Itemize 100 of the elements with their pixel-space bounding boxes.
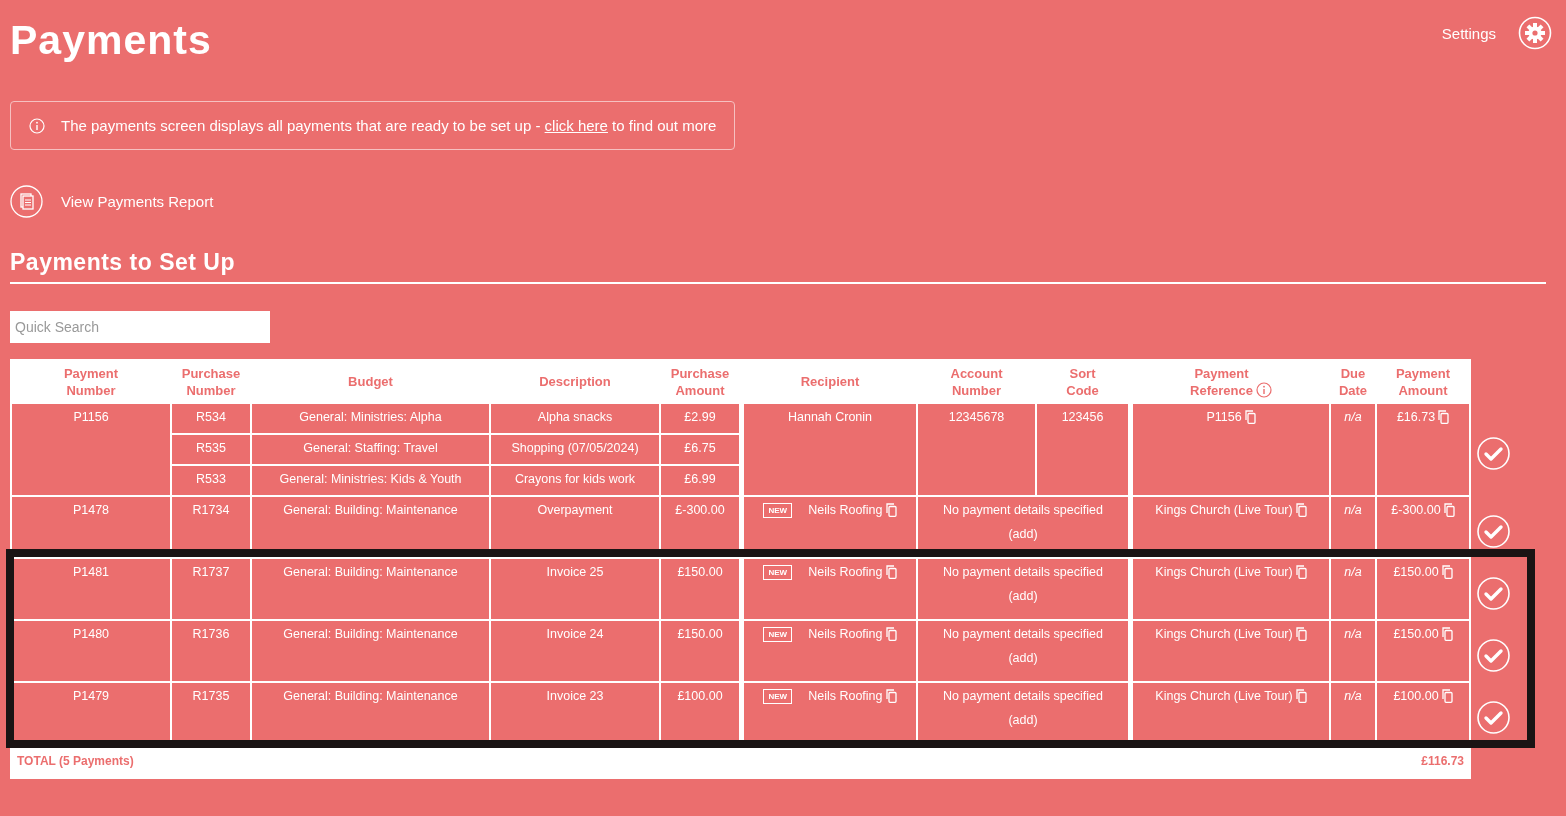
copy-icon[interactable] — [1441, 565, 1453, 579]
total-label: TOTAL (5 Payments) — [17, 753, 134, 769]
table-cell: 123456 — [1061, 410, 1104, 424]
table-cell: £6.75 — [684, 441, 716, 455]
table-cell: Kings Church (Live Tour) — [1155, 565, 1293, 579]
add-details-link[interactable]: (add) — [1008, 589, 1038, 604]
section-title: Payments to Set Up — [10, 249, 236, 276]
column-header: Due Date — [1338, 364, 1368, 399]
approve-check-icon[interactable] — [1477, 576, 1510, 610]
table-cell: R1737 — [192, 565, 230, 579]
add-details-link[interactable]: (add) — [1008, 713, 1038, 728]
copy-icon[interactable] — [1295, 565, 1307, 579]
approve-check-icon[interactable] — [1477, 514, 1510, 548]
info-icon[interactable] — [1255, 381, 1272, 399]
table-cell: Crayons for kids work — [514, 472, 636, 486]
table-cell: n/a — [1344, 689, 1362, 703]
table-cell: General: Building: Maintenance — [283, 565, 458, 579]
table-cell: General: Building: Maintenance — [283, 627, 458, 641]
table-cell: R1736 — [192, 627, 230, 641]
table-cell: n/a — [1344, 410, 1362, 424]
table-cell: Neils Roofing — [808, 689, 883, 703]
copy-icon[interactable] — [1438, 410, 1450, 424]
table-cell: Kings Church (Live Tour) — [1155, 503, 1293, 517]
table-cell: Kings Church (Live Tour) — [1155, 689, 1293, 703]
table-cell: £-300.00 — [675, 503, 725, 517]
table-cell: £2.99 — [684, 410, 716, 424]
copy-icon[interactable] — [885, 627, 897, 641]
table-cell: General: Ministries: Alpha — [299, 410, 442, 424]
table-cell: 12345678 — [948, 410, 1005, 424]
table-cell: General: Ministries: Kids & Youth — [279, 472, 462, 486]
column-header: Payment Amount — [1395, 364, 1451, 399]
table-cell: General: Building: Maintenance — [283, 503, 458, 517]
table-cell: No payment details specified — [943, 503, 1103, 517]
table-cell: £150.00 — [1393, 627, 1439, 641]
table-cell: Invoice 24 — [546, 627, 604, 641]
report-icon[interactable] — [10, 185, 43, 218]
copy-icon[interactable] — [1295, 627, 1307, 641]
column-header: Account Number — [950, 364, 1003, 399]
column-header: Payment Number — [63, 364, 119, 399]
copy-icon[interactable] — [1441, 689, 1453, 703]
table-cell: Neils Roofing — [808, 627, 883, 641]
table-cell: £100.00 — [677, 689, 723, 703]
table-cell: R535 — [196, 441, 226, 455]
table-cell: Overpayment — [537, 503, 613, 517]
table-cell: Invoice 25 — [546, 565, 604, 579]
column-header: Payment Reference — [1190, 364, 1253, 399]
page-title: Payments — [10, 16, 212, 65]
copy-icon[interactable] — [885, 503, 897, 517]
click-here-link[interactable]: click here — [544, 117, 608, 134]
table-cell: Alpha snacks — [537, 410, 613, 424]
table-cell: £6.99 — [684, 472, 716, 486]
table-cell: No payment details specified — [943, 689, 1103, 703]
table-cell: P1479 — [72, 689, 110, 703]
table-cell: P1480 — [72, 627, 110, 641]
table-cell: Hannah Cronin — [787, 410, 873, 424]
quick-search-field[interactable]: Quick Search — [10, 311, 270, 343]
copy-icon[interactable] — [1441, 627, 1453, 641]
new-badge: NEW — [763, 689, 793, 704]
table-cell: £150.00 — [1393, 565, 1439, 579]
copy-icon[interactable] — [1244, 410, 1256, 424]
info-icon — [29, 117, 45, 134]
total-amount: £116.73 — [1421, 753, 1464, 769]
approve-check-icon[interactable] — [1477, 700, 1510, 734]
table-cell: P1481 — [72, 565, 110, 579]
table-cell: Neils Roofing — [808, 565, 883, 579]
add-details-link[interactable]: (add) — [1008, 527, 1038, 542]
settings-icon[interactable] — [1518, 16, 1552, 50]
table-cell: Invoice 23 — [546, 689, 604, 703]
table-cell: £16.73 — [1396, 410, 1436, 424]
table-cell: P1156 — [1206, 410, 1242, 424]
view-report-link[interactable]: View Payments Report — [61, 193, 214, 210]
settings-link[interactable]: Settings — [1441, 24, 1496, 42]
table-cell: n/a — [1344, 627, 1362, 641]
table-cell: R1734 — [192, 503, 230, 517]
table-cell: Neils Roofing — [808, 503, 883, 517]
table-cell: £-300.00 — [1391, 503, 1441, 517]
table-cell: No payment details specified — [943, 565, 1103, 579]
table-cell: P1156 — [73, 410, 109, 424]
table-cell: n/a — [1344, 565, 1362, 579]
table-cell: R533 — [196, 472, 226, 486]
column-header: Sort Code — [1066, 364, 1099, 399]
copy-icon[interactable] — [1295, 689, 1307, 703]
column-header: Purchase Amount — [670, 364, 730, 399]
column-header: Description — [539, 373, 611, 390]
copy-icon[interactable] — [1295, 503, 1307, 517]
copy-icon[interactable] — [1443, 503, 1455, 517]
approve-check-icon[interactable] — [1477, 437, 1510, 470]
copy-icon[interactable] — [885, 689, 897, 703]
column-header: Budget — [348, 373, 393, 390]
table-cell: No payment details specified — [943, 627, 1103, 641]
table-cell: Kings Church (Live Tour) — [1155, 627, 1293, 641]
new-badge: NEW — [763, 503, 793, 518]
table-cell: General: Staffing: Travel — [303, 441, 438, 455]
table-cell: £150.00 — [677, 565, 723, 579]
column-header: Recipient — [800, 373, 860, 390]
table-cell: n/a — [1344, 503, 1362, 517]
info-text: The payments screen displays all payments that are ready to be set up - click here to find out more — [61, 117, 717, 134]
approve-check-icon[interactable] — [1477, 638, 1510, 672]
copy-icon[interactable] — [885, 565, 897, 579]
add-details-link[interactable]: (add) — [1008, 651, 1038, 666]
